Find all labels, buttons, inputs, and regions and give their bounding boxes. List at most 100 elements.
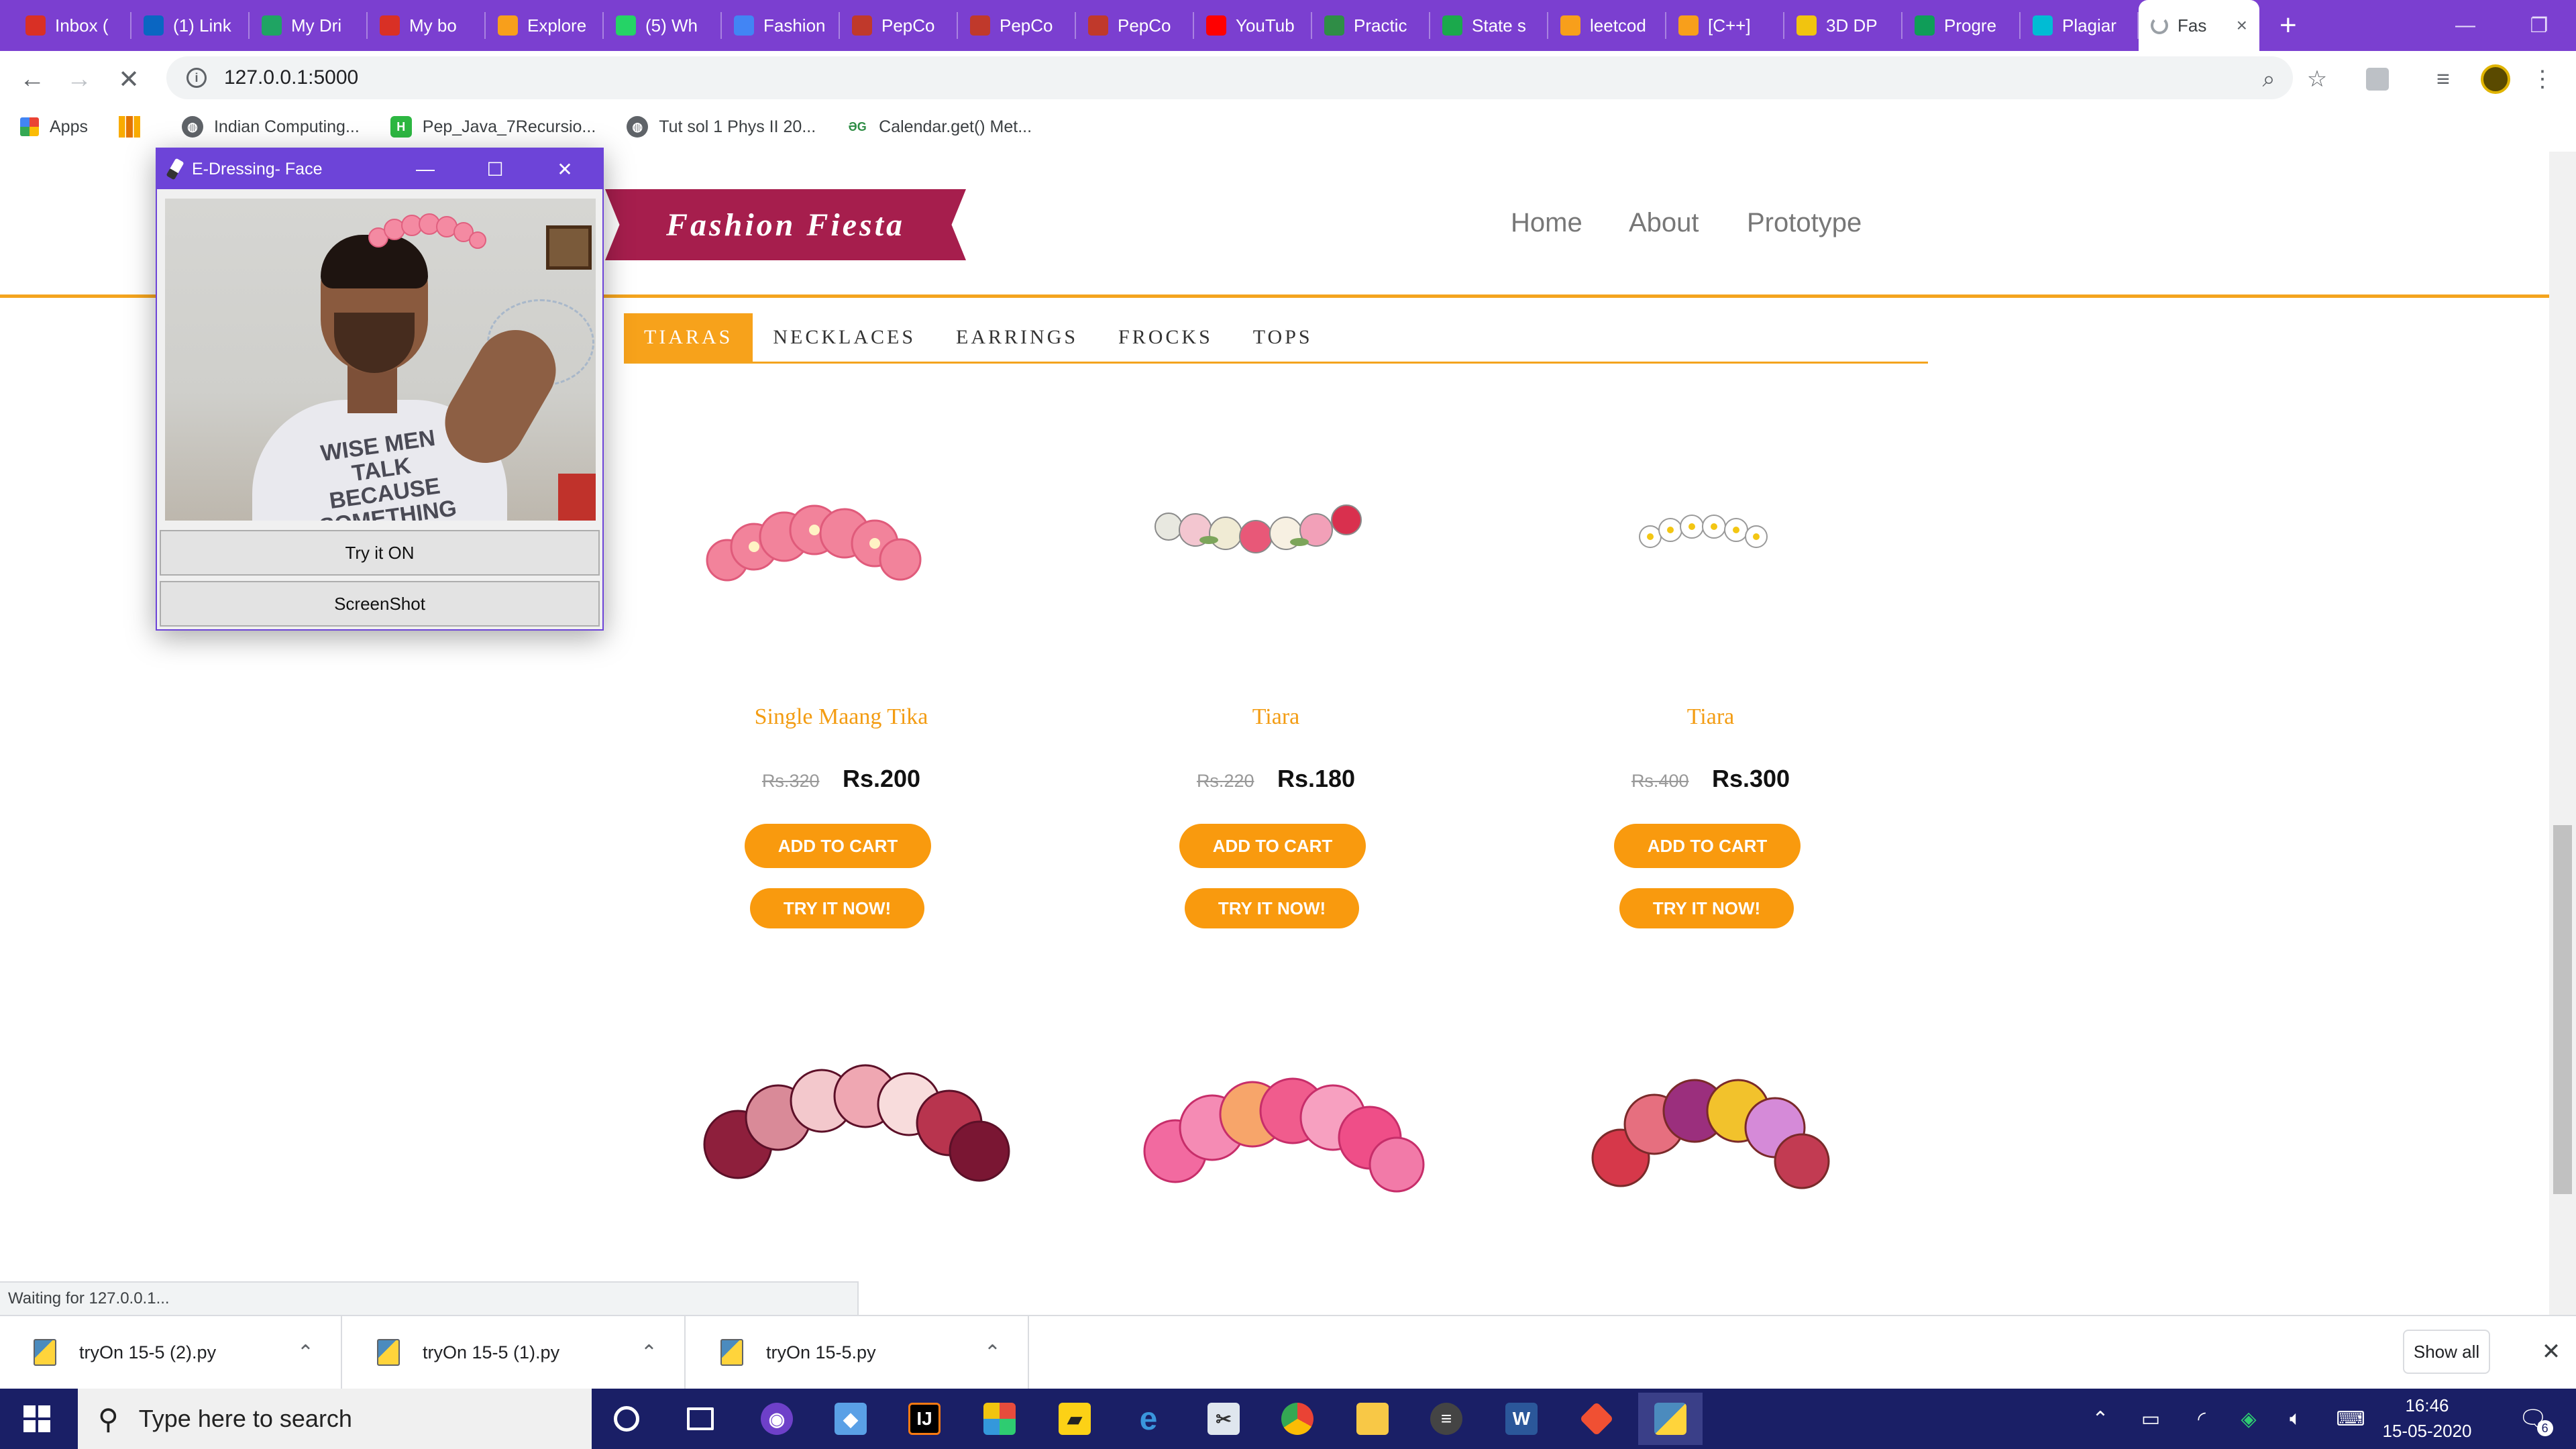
browser-tab[interactable]: YouTub — [1194, 0, 1312, 51]
address-bar[interactable]: i 127.0.0.1:5000 — [166, 56, 2293, 99]
python-icon[interactable] — [1638, 1393, 1703, 1445]
try-it-on-button[interactable]: Try it ON — [160, 530, 600, 576]
tab-active[interactable]: Fas × — [2139, 0, 2259, 51]
keyboard-icon[interactable]: ⌨ — [2324, 1389, 2377, 1449]
browser-tab[interactable]: Explore — [486, 0, 604, 51]
browser-tab[interactable]: [C++] — [1666, 0, 1784, 51]
browser-tab[interactable]: Practic — [1312, 0, 1430, 51]
tab-necklaces[interactable]: NECKLACES — [753, 313, 936, 362]
browser-tab[interactable]: My Dri — [250, 0, 368, 51]
maximize-button[interactable]: ☐ — [460, 149, 530, 189]
browser-tab[interactable]: (1) Link — [131, 0, 250, 51]
product-name[interactable]: Tiara — [1088, 704, 1464, 730]
browser-tab[interactable]: 3D DP — [1784, 0, 1902, 51]
screenshot-button[interactable]: ScreenShot — [160, 581, 600, 627]
3d-viewer-icon[interactable]: ◆ — [818, 1393, 883, 1445]
bookmark-indian-computing[interactable]: ◍ Indian Computing... — [181, 116, 360, 138]
browser-tab[interactable]: State s — [1430, 0, 1548, 51]
download-item[interactable]: tryOn 15-5 (1).py ⌃ — [343, 1316, 686, 1389]
back-arrow-icon[interactable]: ← — [13, 60, 51, 98]
browser-tab[interactable]: PepCo — [840, 0, 958, 51]
start-button[interactable] — [0, 1389, 74, 1449]
chrome-menu-icon[interactable]: ⋮ — [2525, 62, 2560, 97]
product-image-mixed-flower-crown[interactable] — [1547, 1044, 1923, 1285]
bookmark-tut-sol[interactable]: ◍ Tut sol 1 Phys II 20... — [627, 116, 816, 138]
new-tab-button[interactable]: + — [2279, 0, 2297, 51]
profile-avatar[interactable] — [2478, 62, 2513, 97]
add-to-cart-button[interactable]: ADD TO CART — [745, 824, 931, 868]
product-image-pink-flower-tiara[interactable] — [653, 436, 1029, 678]
browser-tab[interactable]: Fashion — [722, 0, 840, 51]
product-name[interactable]: Single Maang Tika — [653, 704, 1029, 730]
stop-loading-icon[interactable]: ✕ — [110, 60, 148, 98]
site-info-icon[interactable]: i — [186, 68, 207, 88]
browser-tab[interactable]: My bo — [368, 0, 486, 51]
brand-logo[interactable]: Fashion Fiesta — [605, 189, 966, 260]
media-control-icon[interactable]: ≡ — [2426, 62, 2461, 97]
nav-home[interactable]: Home — [1511, 208, 1582, 238]
download-item[interactable]: tryOn 15-5 (2).py ⌃ — [0, 1316, 342, 1389]
word-icon[interactable]: W — [1489, 1393, 1554, 1445]
try-it-now-button[interactable]: TRY IT NOW! — [1185, 888, 1359, 928]
github-desktop-icon[interactable]: ◉ — [745, 1393, 809, 1445]
chrome-icon[interactable] — [1265, 1393, 1330, 1445]
scrollbar-thumb[interactable] — [2553, 825, 2572, 1194]
tab-earrings[interactable]: EARRINGS — [936, 313, 1098, 362]
product-image-daisy-tiara[interactable] — [1523, 436, 1898, 678]
bookmark-pep-java[interactable]: H Pep_Java_7Recursio... — [390, 116, 596, 138]
bookmark-apps[interactable]: Apps — [20, 117, 88, 137]
bookmark-calendar-get[interactable]: ƏG Calendar.get() Met... — [847, 116, 1032, 138]
chevron-up-icon[interactable]: ⌃ — [297, 1341, 314, 1364]
zoom-icon[interactable]: ⌕ — [2251, 62, 2286, 97]
nav-about[interactable]: About — [1629, 208, 1699, 238]
security-icon[interactable]: ◈ — [2229, 1389, 2269, 1449]
system-clock[interactable]: 16:46 15-05-2020 — [2380, 1393, 2474, 1446]
add-to-cart-button[interactable]: ADD TO CART — [1179, 824, 1366, 868]
window-maximize-button[interactable]: ❐ — [2502, 0, 2576, 51]
office-icon[interactable] — [967, 1393, 1032, 1445]
browser-tab[interactable]: PepCo — [1076, 0, 1194, 51]
add-to-cart-button[interactable]: ADD TO CART — [1614, 824, 1801, 868]
bookmark-star-icon[interactable]: ☆ — [2300, 62, 2334, 97]
browser-tab[interactable]: leetcod — [1548, 0, 1666, 51]
product-name[interactable]: Tiara — [1523, 704, 1898, 730]
try-it-now-button[interactable]: TRY IT NOW! — [1619, 888, 1794, 928]
task-view-icon[interactable] — [668, 1393, 733, 1445]
cortana-icon[interactable] — [594, 1393, 659, 1445]
wifi-icon[interactable]: ◜ — [2182, 1389, 2222, 1449]
window-minimize-button[interactable]: — — [2428, 0, 2502, 51]
browser-tab[interactable]: PepCo — [958, 0, 1076, 51]
chevron-up-icon[interactable]: ⌃ — [984, 1341, 1001, 1364]
tab-frocks[interactable]: FROCKS — [1098, 313, 1233, 362]
product-image-rose-tiara[interactable] — [1088, 436, 1464, 678]
file-explorer-icon[interactable] — [1340, 1393, 1405, 1445]
volume-icon[interactable]: 🔈︎ — [2275, 1389, 2316, 1449]
show-all-downloads-button[interactable]: Show all — [2403, 1330, 2490, 1374]
product-image-pink-rose-crown[interactable] — [1115, 1044, 1491, 1285]
chevron-up-icon[interactable]: ⌃ — [641, 1341, 657, 1364]
bookmark-analytics[interactable] — [118, 116, 151, 138]
browser-tab[interactable]: Inbox ( — [13, 0, 131, 51]
tablet-mode-icon[interactable]: ▭ — [2131, 1389, 2171, 1449]
browser-tab[interactable]: Progre — [1902, 0, 2021, 51]
intellij-icon[interactable]: IJ — [892, 1393, 957, 1445]
terminal-icon[interactable]: ≡ — [1414, 1393, 1479, 1445]
minimize-button[interactable]: — — [390, 149, 460, 189]
action-center-icon[interactable]: 🗨︎ 6 — [2506, 1389, 2560, 1449]
git-icon[interactable] — [1564, 1393, 1629, 1445]
browser-tab[interactable]: (5) Wh — [604, 0, 722, 51]
product-image-burgundy-crown[interactable] — [691, 1044, 1067, 1285]
close-shelf-icon[interactable]: ✕ — [2534, 1335, 2568, 1368]
close-button[interactable]: ✕ — [530, 149, 600, 189]
try-it-now-button[interactable]: TRY IT NOW! — [750, 888, 924, 928]
tab-tops[interactable]: TOPS — [1233, 313, 1333, 362]
browser-tab[interactable]: Plagiar — [2021, 0, 2139, 51]
extension-icon[interactable] — [2360, 62, 2395, 97]
show-hidden-icons-chevron[interactable]: ⌃ — [2084, 1389, 2117, 1449]
taskbar-search[interactable]: ⚲ Type here to search — [78, 1389, 592, 1449]
download-item[interactable]: tryOn 15-5.py ⌃ — [687, 1316, 1029, 1389]
forward-arrow-icon[interactable]: → — [60, 60, 98, 98]
sticky-notes-icon[interactable]: ▰ — [1042, 1393, 1107, 1445]
edge-icon[interactable]: e — [1116, 1393, 1181, 1445]
snipping-tool-icon[interactable]: ✂ — [1191, 1393, 1256, 1445]
